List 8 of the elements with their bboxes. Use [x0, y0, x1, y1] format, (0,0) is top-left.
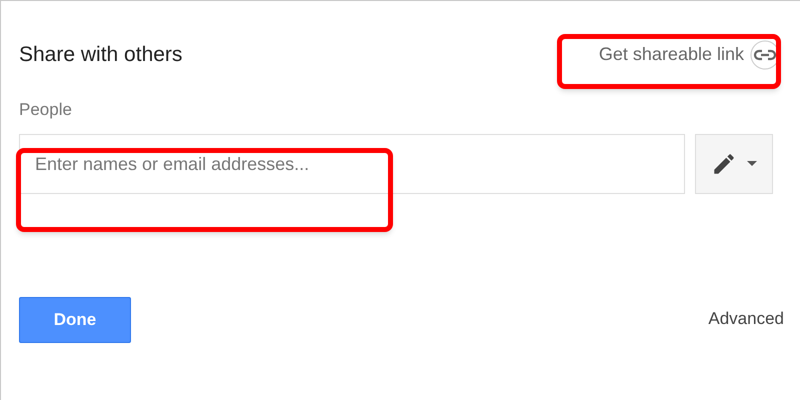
get-shareable-link-button[interactable]: Get shareable link	[598, 40, 780, 70]
people-label: People	[19, 98, 73, 120]
dialog-title: Share with others	[19, 42, 182, 68]
done-button[interactable]: Done	[19, 297, 131, 343]
people-input-field[interactable]: Enter names or email addresses...	[19, 134, 685, 194]
advanced-link[interactable]: Advanced	[708, 306, 784, 331]
caret-icon	[747, 161, 757, 167]
permission-dropdown-button[interactable]	[695, 134, 773, 194]
